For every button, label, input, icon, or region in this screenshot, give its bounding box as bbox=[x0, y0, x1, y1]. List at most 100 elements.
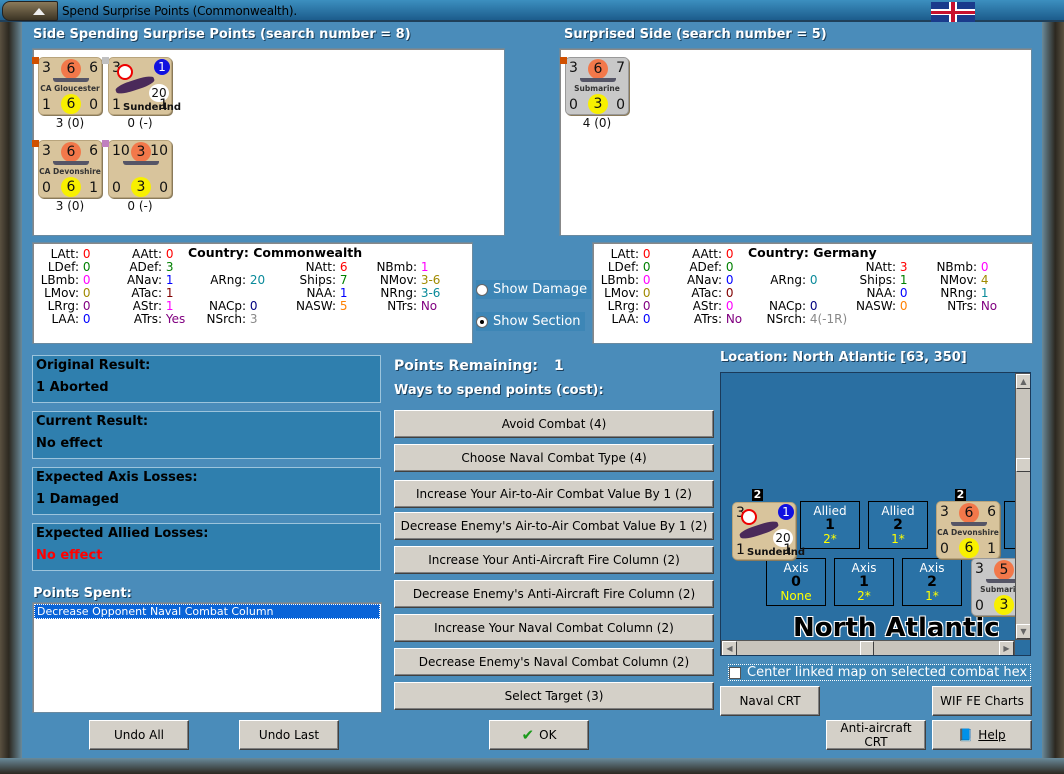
show-damage-label: Show Damage bbox=[493, 282, 587, 297]
current-result-box: Current Result:No effect bbox=[32, 411, 381, 459]
unit-counter[interactable]: 366CA Devonshire061 bbox=[38, 140, 102, 198]
show-section-label: Show Section bbox=[493, 314, 581, 329]
unit-counter[interactable]: 366CA Gloucester160 bbox=[38, 57, 102, 115]
select-target-button[interactable]: Select Target (3) bbox=[394, 682, 714, 710]
allied-box-1[interactable]: Allied12* bbox=[800, 501, 860, 549]
map-vertical-scrollbar[interactable]: ▲ ▼ bbox=[1015, 373, 1031, 640]
combat-map[interactable]: Allied12* Allied21* Axis0None Axis12* Ax… bbox=[720, 372, 1031, 656]
unit-counter[interactable]: 31201Sunderlnd1 bbox=[108, 57, 172, 115]
stat-value: 3 bbox=[900, 260, 908, 274]
unit-name: Submarine bbox=[566, 84, 628, 93]
stat-value: 0 bbox=[900, 286, 908, 300]
stat-value: 0 bbox=[83, 247, 91, 261]
unit-name: Sunderlnd bbox=[123, 102, 181, 113]
increase-air-to-air-button[interactable]: Increase Your Air-to-Air Combat Value By… bbox=[394, 480, 714, 508]
stat-arng: ARng: 0 bbox=[743, 273, 817, 287]
stat-value: 0 bbox=[900, 299, 908, 313]
window-title: Spend Surprise Points (Commonwealth). bbox=[62, 4, 297, 18]
points-remaining: Points Remaining:1 bbox=[394, 358, 564, 374]
axis-box-2[interactable]: Axis21* bbox=[902, 558, 962, 606]
location-label: Location: North Atlantic [63, 350] bbox=[720, 350, 967, 365]
axis-box-1[interactable]: Axis12* bbox=[834, 558, 894, 606]
stat-value: 0 bbox=[250, 299, 258, 313]
decrease-enemy-aa-column-button[interactable]: Decrease Enemy's Anti-Aircraft Fire Colu… bbox=[394, 580, 714, 608]
unit-counter[interactable]: 366CA Devonshire061 bbox=[936, 501, 1000, 559]
avoid-combat-button[interactable]: Avoid Combat (4) bbox=[394, 410, 714, 438]
unit-counter[interactable]: 31201Sunderlnd1 bbox=[732, 502, 796, 560]
stat-astr: AStr: 1 bbox=[99, 299, 173, 313]
points-spent-list[interactable]: Decrease Opponent Naval Combat Column bbox=[32, 602, 382, 713]
ship-icon bbox=[53, 78, 89, 82]
stat-value: 0 bbox=[83, 273, 91, 287]
expected-axis-losses-box: Expected Axis Losses:1 Damaged bbox=[32, 467, 381, 515]
window-menu-button[interactable] bbox=[2, 1, 58, 21]
unit-caption: 3 (0) bbox=[38, 116, 102, 130]
stat-lrrg: LRrg: 0 bbox=[16, 299, 90, 313]
title-bar: Spend Surprise Points (Commonwealth). bbox=[0, 0, 1064, 22]
original-result-box: Original Result:1 Aborted bbox=[32, 355, 381, 403]
stat-laa: LAA: 0 bbox=[576, 312, 650, 326]
stat-arng: ARng: 20 bbox=[183, 273, 265, 287]
points-remaining-value: 1 bbox=[554, 358, 564, 374]
undo-all-button[interactable]: Undo All bbox=[89, 720, 189, 750]
undo-last-button[interactable]: Undo Last bbox=[239, 720, 339, 750]
points-spent-item[interactable]: Decrease Opponent Naval Combat Column bbox=[34, 604, 380, 619]
stat-nrng: NRng: 3-6 bbox=[354, 286, 440, 300]
help-button[interactable]: 📘Help bbox=[932, 720, 1032, 750]
vertical-scroll-thumb[interactable] bbox=[1016, 458, 1031, 472]
wif-fe-charts-button[interactable]: WIF FE Charts bbox=[932, 686, 1032, 716]
unit-marker-icon bbox=[560, 57, 567, 64]
stat-adef: ADef: 0 bbox=[659, 260, 733, 274]
stat-nacp: NACp: 0 bbox=[743, 299, 817, 313]
show-section-radio[interactable]: Show Section bbox=[476, 312, 585, 331]
unit-counter[interactable]: 367Submarine030 bbox=[565, 57, 629, 115]
points-spent-label: Points Spent: bbox=[33, 586, 132, 601]
stat-value: 0 bbox=[726, 273, 734, 287]
decrease-enemy-naval-column-button[interactable]: Decrease Enemy's Naval Combat Column (2) bbox=[394, 648, 714, 676]
expected-allied-losses-box: Expected Allied Losses:No effect bbox=[32, 523, 381, 571]
naval-crt-button[interactable]: Naval CRT bbox=[720, 686, 820, 716]
stat-nmov: NMov: 4 bbox=[914, 273, 988, 287]
center-map-checkbox[interactable]: Center linked map on selected combat hex bbox=[728, 664, 1031, 681]
stat-atac: ATac: 1 bbox=[99, 286, 173, 300]
defense-badge: 3 bbox=[131, 177, 151, 197]
stat-value: 0 bbox=[643, 299, 651, 313]
defense-badge: 3 bbox=[994, 595, 1014, 615]
stat-latt: LAtt: 0 bbox=[16, 247, 90, 261]
stat-value: 0 bbox=[810, 299, 818, 313]
stat-value: 0 bbox=[726, 247, 734, 261]
stat-value: 3-6 bbox=[421, 273, 441, 287]
center-map-label: Center linked map on selected combat hex bbox=[747, 665, 1027, 680]
window-frame-bottom bbox=[0, 758, 1064, 774]
stat-value: 0 bbox=[83, 260, 91, 274]
increase-aa-column-button[interactable]: Increase Your Anti-Aircraft Fire Column … bbox=[394, 546, 714, 574]
stat-value: 0 bbox=[643, 286, 651, 300]
scroll-right-icon[interactable]: ▶ bbox=[999, 641, 1014, 656]
sea-area-name: North Atlantic bbox=[793, 613, 1000, 643]
anti-aircraft-crt-button[interactable]: Anti-aircraft CRT bbox=[826, 720, 926, 750]
scroll-left-icon[interactable]: ◀ bbox=[722, 641, 737, 656]
stat-value: 1 bbox=[166, 273, 174, 287]
show-damage-radio[interactable]: Show Damage bbox=[476, 280, 591, 299]
allied-box-2[interactable]: Allied21* bbox=[868, 501, 928, 549]
scroll-down-icon[interactable]: ▼ bbox=[1016, 624, 1031, 639]
stat-astr: AStr: 0 bbox=[659, 299, 733, 313]
stat-value: 3 bbox=[250, 312, 258, 326]
axis-box-0[interactable]: Axis0None bbox=[766, 558, 826, 606]
decrease-enemy-air-to-air-button[interactable]: Decrease Enemy's Air-to-Air Combat Value… bbox=[394, 512, 714, 540]
stat-aatt: AAtt: 0 bbox=[659, 247, 733, 261]
horizontal-scroll-thumb[interactable] bbox=[860, 641, 874, 656]
increase-naval-column-button[interactable]: Increase Your Naval Combat Column (2) bbox=[394, 614, 714, 642]
stat-nbmb: NBmb: 0 bbox=[914, 260, 988, 274]
unit-caption: 0 (-) bbox=[108, 199, 172, 213]
ok-button[interactable]: ✔OK bbox=[489, 720, 589, 750]
choose-naval-combat-type-button[interactable]: Choose Naval Combat Type (4) bbox=[394, 444, 714, 472]
stat-lrrg: LRrg: 0 bbox=[576, 299, 650, 313]
attack-badge: 3 bbox=[131, 142, 151, 162]
attack-badge: 6 bbox=[61, 59, 81, 79]
checkbox-icon[interactable] bbox=[729, 667, 741, 679]
unit-counter[interactable]: 10310030 bbox=[108, 140, 172, 198]
map-horizontal-scrollbar[interactable]: ◀ ▶ bbox=[721, 640, 1015, 656]
scroll-up-icon[interactable]: ▲ bbox=[1016, 374, 1031, 389]
uk-flag-icon bbox=[931, 2, 975, 22]
